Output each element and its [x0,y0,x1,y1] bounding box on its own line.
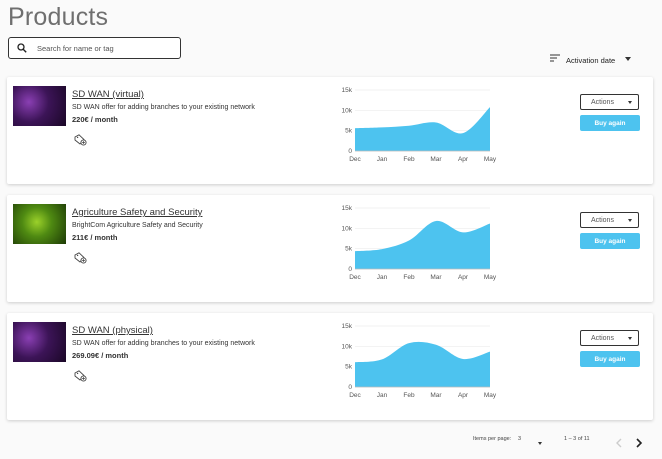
x-tick-label: Jan [377,274,388,281]
add-tag-icon[interactable] [74,134,88,146]
y-tick-label: 5k [345,364,353,371]
y-tick-label: 5k [345,246,353,253]
product-name-link[interactable]: Agriculture Safety and Security [72,207,202,218]
y-tick-label: 10k [342,107,353,114]
y-tick-label: 15k [342,323,353,330]
chevron-down-icon [628,101,632,104]
chevron-down-icon[interactable] [625,56,632,61]
y-tick-label: 10k [342,225,353,232]
x-tick-label: Dec [349,274,361,281]
product-card: Agriculture Safety and Security BrightCo… [7,195,653,302]
next-page-icon[interactable] [634,437,644,449]
y-tick-label: 5k [345,128,353,135]
actions-label: Actions [591,334,614,342]
x-tick-label: Jan [377,392,388,399]
product-price: 211€ / month [72,233,118,242]
product-thumbnail [13,86,66,126]
search-field[interactable] [8,37,181,59]
sort-control[interactable]: Activation date [550,50,632,65]
x-tick-label: Mar [430,156,442,163]
x-tick-label: May [484,274,497,281]
items-per-page-label: Items per page: [473,436,512,442]
activity-chart: 0 5k 10k 15k Dec Jan Feb Mar Apr May [342,323,497,399]
area-series [355,107,490,151]
search-input[interactable] [35,42,169,54]
x-tick-label: Mar [430,274,442,281]
add-tag-icon[interactable] [74,370,88,382]
buy-again-button[interactable]: Buy again [580,233,640,249]
product-description: SD WAN offer for adding branches to your… [72,104,255,111]
x-tick-label: Dec [349,392,361,399]
product-card: SD WAN (physical) SD WAN offer for addin… [7,313,653,420]
chevron-down-icon [628,219,632,222]
sort-icon [550,54,560,61]
search-icon [17,43,27,53]
actions-label: Actions [591,216,614,224]
y-tick-label: 0 [348,266,352,273]
pagination-range: 1 – 3 of 11 [564,436,590,442]
product-name-link[interactable]: SD WAN (physical) [72,325,153,336]
y-tick-label: 10k [342,343,353,350]
x-tick-label: Jan [377,156,388,163]
y-tick-label: 0 [348,384,352,391]
sort-label: Activation date [566,56,616,65]
x-tick-label: Mar [430,392,442,399]
y-tick-label: 0 [348,148,352,155]
add-tag-icon[interactable] [74,252,88,264]
chevron-down-icon[interactable] [538,442,542,445]
activity-chart: 0 5k 10k 15k Dec Jan Feb Mar Apr May [342,87,497,163]
activity-chart: 0 5k 10k 15k Dec Jan Feb Mar Apr May [342,205,497,281]
x-tick-label: Apr [458,274,469,281]
page-title: Products [8,3,109,31]
buy-again-button[interactable]: Buy again [580,351,640,367]
x-tick-label: May [484,156,497,163]
x-tick-label: May [484,392,497,399]
y-tick-label: 15k [342,205,353,212]
previous-page-icon[interactable] [614,437,624,449]
x-tick-label: Feb [403,392,415,399]
product-description: BrightCom Agriculture Safety and Securit… [72,222,203,229]
product-price: 220€ / month [72,115,118,124]
product-price: 269.09€ / month [72,351,129,360]
product-card: SD WAN (virtual) SD WAN offer for adding… [7,77,653,184]
actions-dropdown[interactable]: Actions [580,330,639,346]
actions-dropdown[interactable]: Actions [580,212,639,228]
x-tick-label: Apr [458,392,469,399]
items-per-page-select[interactable]: 3 [518,436,521,442]
x-tick-label: Feb [403,274,415,281]
chevron-down-icon [628,337,632,340]
x-tick-label: Feb [403,156,415,163]
actions-dropdown[interactable]: Actions [580,94,639,110]
buy-again-button[interactable]: Buy again [580,115,640,131]
y-tick-label: 15k [342,87,353,94]
x-tick-label: Dec [349,156,361,163]
product-description: SD WAN offer for adding branches to your… [72,340,255,347]
x-tick-label: Apr [458,156,469,163]
product-thumbnail [13,204,66,244]
actions-label: Actions [591,98,614,106]
product-thumbnail [13,322,66,362]
product-name-link[interactable]: SD WAN (virtual) [72,89,144,100]
area-series [355,341,490,387]
